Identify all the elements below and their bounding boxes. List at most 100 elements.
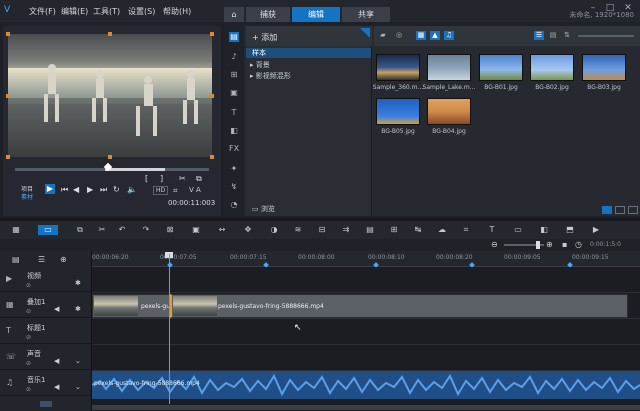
link-icon[interactable]: ⊘ bbox=[26, 386, 31, 393]
media-thumb[interactable] bbox=[427, 54, 471, 81]
render-icon[interactable]: ▶ bbox=[590, 225, 602, 235]
split-icon[interactable]: ✂ bbox=[179, 174, 186, 183]
filter-icon[interactable]: ✦ bbox=[229, 164, 239, 174]
media-thumb[interactable] bbox=[530, 54, 574, 81]
undo-icon[interactable]: ↶ bbox=[116, 225, 128, 235]
media-thumb[interactable] bbox=[376, 98, 420, 125]
link-icon[interactable]: ⊘ bbox=[26, 360, 31, 367]
folder-sample[interactable]: 样本 bbox=[246, 48, 371, 58]
tab-share[interactable]: 共享 bbox=[342, 7, 390, 22]
mark-out-icon[interactable]: ] bbox=[160, 174, 163, 183]
mute-icon[interactable]: ✱ bbox=[75, 279, 81, 287]
video-clip[interactable]: pexels-gustavo-fring-5888666.mp4 bbox=[170, 294, 628, 318]
next-frame-icon[interactable]: ▶ bbox=[87, 185, 93, 194]
track-motion-icon[interactable]: ↹ bbox=[412, 225, 424, 235]
caption-icon[interactable]: ▭ bbox=[512, 225, 524, 235]
library-options-icon[interactable] bbox=[602, 206, 612, 214]
template-icon[interactable]: ▣ bbox=[229, 88, 239, 98]
mask-icon[interactable]: ◑ bbox=[268, 225, 280, 235]
lane-title[interactable] bbox=[92, 319, 640, 345]
volume-icon[interactable]: ◀ bbox=[54, 357, 59, 365]
screen-record-icon[interactable]: ▣ bbox=[190, 225, 202, 235]
menu-settings[interactable]: 设置(S) bbox=[128, 6, 155, 17]
lane-overlay[interactable]: pexels-gu pexels-gustavo-fring-5888666.m… bbox=[92, 293, 640, 319]
copy-icon[interactable]: ⧉ bbox=[74, 225, 86, 235]
menu-file[interactable]: 文件(F) bbox=[29, 6, 56, 17]
zoom-in-icon[interactable]: ⊕ bbox=[546, 240, 553, 249]
expand-icon[interactable]: ⌄ bbox=[75, 357, 81, 365]
menu-tools[interactable]: 工具(T) bbox=[93, 6, 120, 17]
browse-button[interactable]: ▭ 浏览 bbox=[252, 204, 275, 214]
multicam-icon[interactable]: ⊟ bbox=[316, 225, 328, 235]
home-start-icon[interactable]: ⏮ bbox=[61, 185, 68, 195]
track-title[interactable]: T 标题1 ⊘ bbox=[0, 319, 92, 344]
speed-icon[interactable]: ⇉ bbox=[340, 225, 352, 235]
sort-icon[interactable]: ⇅ bbox=[562, 31, 572, 40]
audio-mixer-icon[interactable]: ≋ bbox=[292, 225, 304, 235]
lane-voice[interactable] bbox=[92, 345, 640, 371]
media-thumb[interactable] bbox=[427, 98, 471, 125]
video-preview[interactable] bbox=[8, 34, 212, 157]
split-screen-icon[interactable]: ⊞ bbox=[388, 225, 400, 235]
media-thumb[interactable] bbox=[376, 54, 420, 81]
crop-handle[interactable] bbox=[108, 32, 112, 36]
tools-icon[interactable]: ✂ bbox=[96, 225, 108, 235]
text-tool-icon[interactable]: T bbox=[486, 225, 498, 235]
motion-icon[interactable]: ↔ bbox=[216, 225, 228, 235]
tab-edit[interactable]: 编辑 bbox=[292, 7, 340, 22]
title-icon[interactable]: T bbox=[229, 108, 239, 118]
prev-frame-icon[interactable]: ◀ bbox=[73, 185, 79, 194]
folder-mixed[interactable]: ▸ 影视频混形 bbox=[250, 71, 291, 81]
storyboard-view-icon[interactable]: ▦ bbox=[10, 225, 22, 235]
library-detach-icon[interactable] bbox=[628, 206, 638, 214]
color-grading-icon[interactable]: ◧ bbox=[538, 225, 550, 235]
menu-edit[interactable]: 编辑(E) bbox=[61, 6, 88, 17]
track-scroll-button[interactable] bbox=[40, 401, 52, 407]
gauge-icon[interactable]: ◔ bbox=[229, 200, 239, 210]
instant-project-icon[interactable]: ♪ bbox=[229, 52, 239, 62]
repeat-icon[interactable]: ↻ bbox=[113, 185, 120, 194]
redo-icon[interactable]: ↷ bbox=[140, 225, 152, 235]
link-icon[interactable]: ⊘ bbox=[26, 308, 31, 315]
video-clip[interactable]: pexels-gu bbox=[92, 294, 170, 318]
path-tool-icon[interactable]: ☁ bbox=[436, 225, 448, 235]
scrubber-bar[interactable] bbox=[15, 162, 209, 172]
record-icon[interactable]: ⊠ bbox=[164, 225, 176, 235]
media-thumb[interactable] bbox=[582, 54, 626, 81]
pan-zoom-icon[interactable]: ✥ bbox=[242, 225, 254, 235]
end-icon[interactable]: ⏭ bbox=[100, 185, 107, 195]
show-photo-icon[interactable]: ▲ bbox=[430, 31, 440, 40]
crop-icon[interactable]: ⌗ bbox=[173, 186, 178, 196]
playhead-line[interactable] bbox=[169, 254, 170, 404]
crop-handle[interactable] bbox=[108, 155, 112, 159]
crop-handle[interactable] bbox=[6, 94, 10, 98]
transition-icon[interactable]: ⊞ bbox=[229, 70, 239, 80]
enlarge-icon[interactable]: ⧉ bbox=[196, 174, 202, 184]
chapter-icon[interactable]: ☰ bbox=[38, 255, 45, 264]
subtitle-icon[interactable]: ▤ bbox=[364, 225, 376, 235]
play-icon[interactable]: ▶ bbox=[45, 184, 55, 194]
folder-background[interactable]: ▸ 背景 bbox=[250, 60, 270, 70]
show-video-icon[interactable]: ▦ bbox=[416, 31, 426, 40]
timeline-hscrollbar[interactable] bbox=[92, 405, 640, 410]
media-icon[interactable]: ▤ bbox=[229, 32, 239, 42]
lane-video[interactable] bbox=[92, 267, 640, 293]
mute-icon[interactable]: ✱ bbox=[75, 305, 81, 313]
path-icon[interactable]: ↯ bbox=[229, 182, 239, 192]
mark-in-icon[interactable]: [ bbox=[145, 174, 148, 183]
timecode-display[interactable]: 00:00:11:003 bbox=[168, 199, 215, 207]
crop-handle[interactable] bbox=[210, 94, 214, 98]
fit-icon[interactable]: ▪ bbox=[562, 240, 567, 249]
volume-icon[interactable]: 🔈 bbox=[127, 185, 137, 194]
expand-icon[interactable]: ⌄ bbox=[75, 383, 81, 391]
track-manager-icon[interactable]: ▤ bbox=[12, 255, 20, 264]
crop-handle[interactable] bbox=[210, 32, 214, 36]
graphics-icon[interactable]: ◧ bbox=[229, 126, 239, 136]
home-icon[interactable]: ⌂ bbox=[224, 7, 244, 22]
ripple-icon[interactable]: ⊕ bbox=[60, 255, 67, 264]
track-voice[interactable]: ☏ 声音 ⊘ ◀ ⌄ bbox=[0, 345, 92, 370]
fx-icon[interactable]: FX bbox=[229, 144, 239, 154]
thumb-view-icon[interactable]: ▤ bbox=[548, 31, 558, 40]
hd-toggle[interactable]: HD bbox=[153, 186, 169, 195]
tab-capture[interactable]: 捕获 bbox=[246, 7, 290, 22]
